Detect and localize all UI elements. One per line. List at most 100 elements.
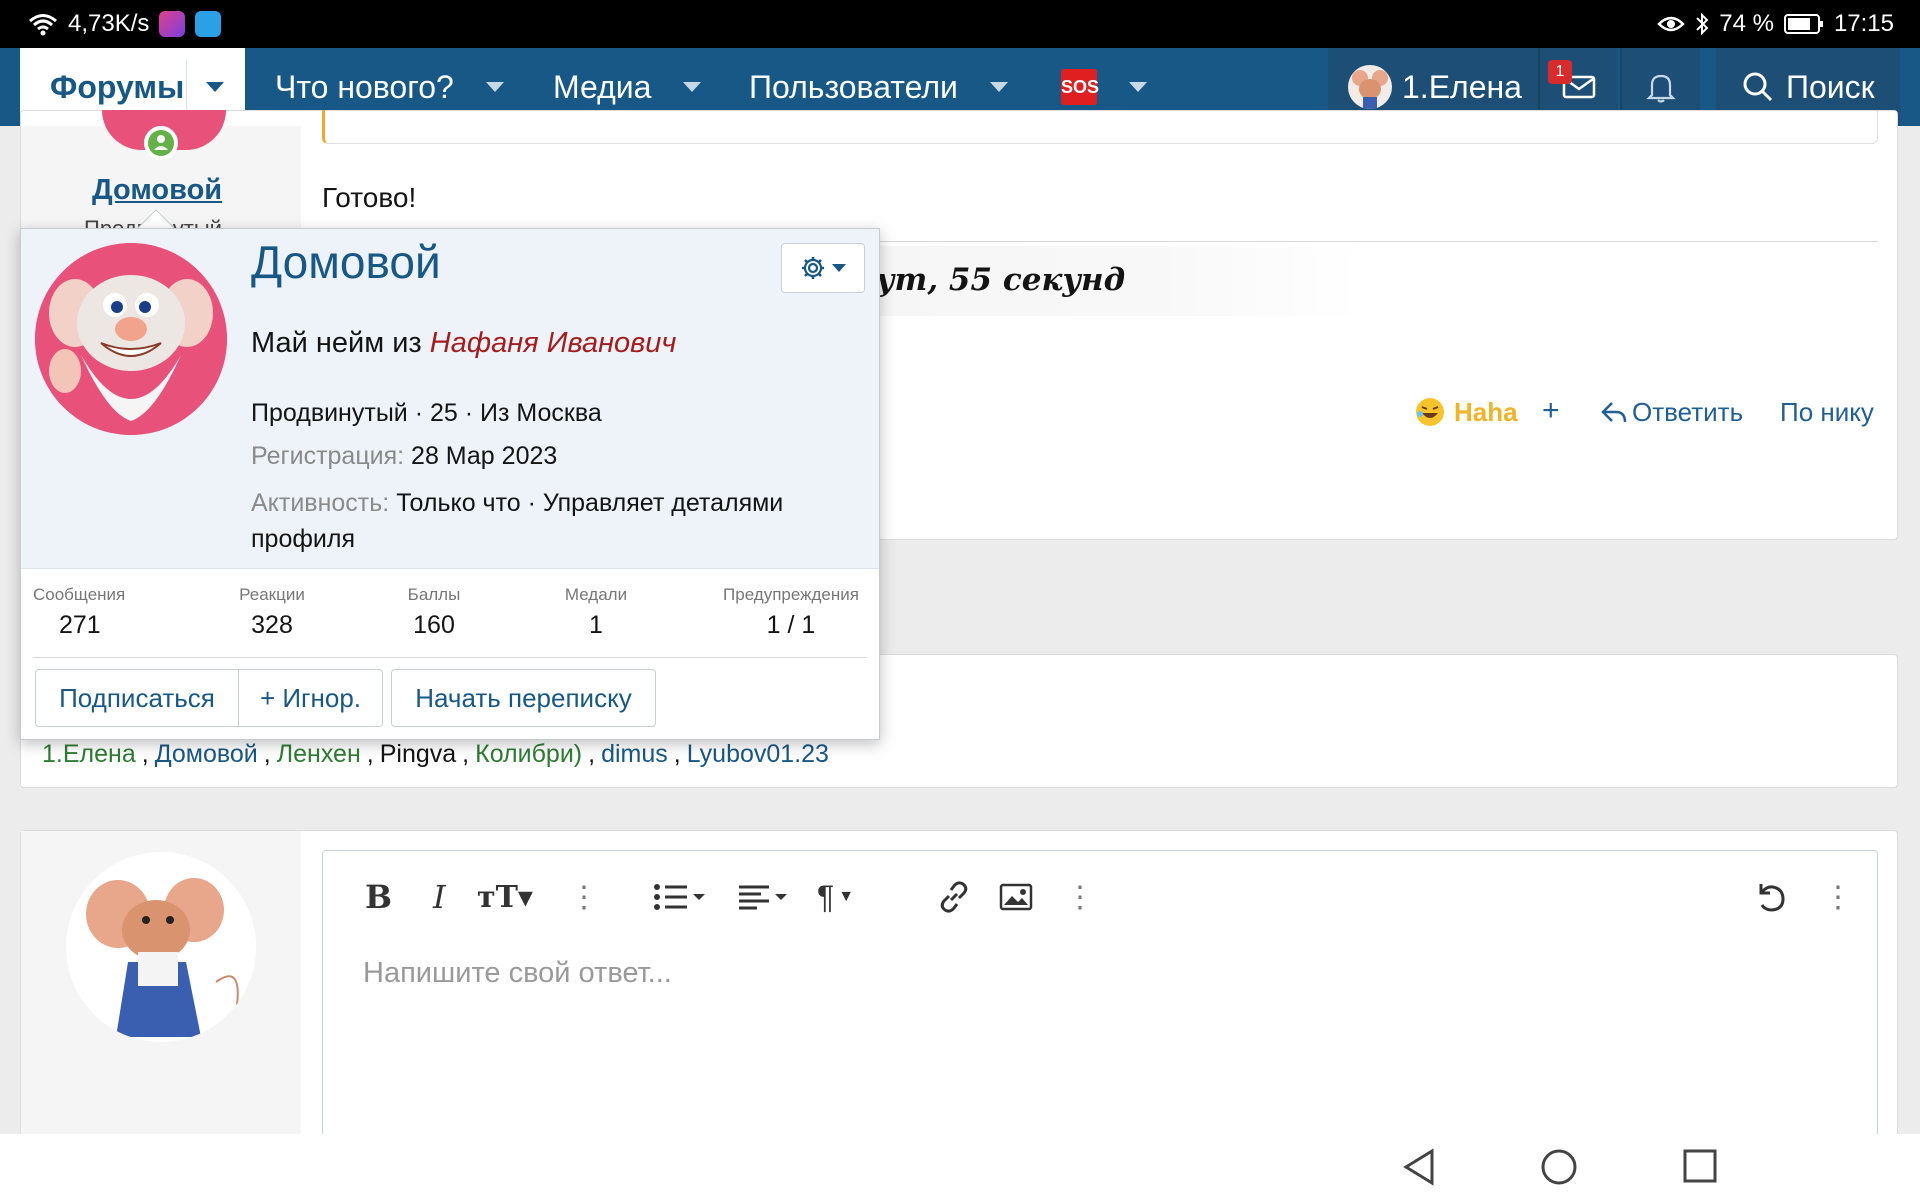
stat-value: 1 / 1 xyxy=(766,611,816,639)
search-icon xyxy=(1743,72,1773,102)
chevron-down-icon[interactable] xyxy=(206,82,224,92)
chevron-down-icon[interactable] xyxy=(485,82,504,92)
separator: , xyxy=(673,740,681,768)
member-name[interactable]: Домовой xyxy=(251,235,441,289)
clock: 17:15 xyxy=(1833,10,1894,37)
stat-value: 1 xyxy=(589,611,603,639)
battery-percent: 74 % xyxy=(1719,10,1774,37)
nav-whats-new-label: Что нового? xyxy=(275,68,454,105)
battery-icon xyxy=(1783,14,1823,34)
stat-warnings[interactable]: Предупреждения 1 / 1 xyxy=(711,585,871,640)
stat-medals[interactable]: Медали 1 xyxy=(541,585,651,640)
chevron-down-icon[interactable] xyxy=(683,82,702,92)
reply-label: Ответить xyxy=(1632,397,1744,427)
chevron-down-icon[interactable] xyxy=(989,82,1008,92)
member-intro: Май нейм из Нафаня Иванович xyxy=(251,327,676,360)
separator: , xyxy=(588,740,596,768)
stat-value: 328 xyxy=(251,611,293,639)
activity-value-line2: профиля xyxy=(251,525,356,553)
reaction-label: Haha xyxy=(1454,396,1518,427)
editor-toolbar: B I тT▾ ⋮ ¶ ▼ ⋮ ⋮ xyxy=(323,851,1877,943)
online-user-link[interactable]: dimus xyxy=(601,740,668,769)
align-icon[interactable] xyxy=(737,871,791,923)
eye-icon xyxy=(1657,16,1686,32)
add-reaction-button[interactable]: + xyxy=(1542,394,1560,428)
reply-icon xyxy=(1601,401,1627,422)
gear-icon xyxy=(802,257,824,279)
separator: , xyxy=(141,740,149,768)
stat-value: 271 xyxy=(59,611,101,639)
reply-button[interactable]: Ответить xyxy=(1600,397,1743,428)
unread-badge: 1 xyxy=(1548,60,1572,84)
stats-divider xyxy=(33,657,867,658)
reply-input[interactable]: Напишите свой ответ... xyxy=(363,957,672,990)
activity-label: Активность: xyxy=(251,489,390,517)
separator: , xyxy=(366,740,374,768)
reaction-haha[interactable]: Haha xyxy=(1414,396,1518,428)
online-user-link[interactable]: 1.Елена xyxy=(42,740,136,769)
home-icon[interactable] xyxy=(1540,1148,1578,1186)
italic-icon[interactable]: I xyxy=(433,871,446,923)
wifi-icon xyxy=(29,14,57,36)
reply-by-nick-button[interactable]: По нику xyxy=(1780,397,1874,428)
follow-button[interactable]: Подписаться xyxy=(35,669,239,727)
member-intro-name: Нафаня Иванович xyxy=(429,327,677,359)
ignore-button[interactable]: + Игнор. xyxy=(238,669,383,727)
post-text: Готово! xyxy=(322,182,417,213)
registration-value: 28 Мар 2023 xyxy=(411,442,558,470)
undo-icon[interactable] xyxy=(1753,871,1787,923)
back-icon[interactable] xyxy=(1402,1148,1436,1186)
member-options-button[interactable] xyxy=(781,243,865,293)
member-activity: Активность: Только что · Управляет детал… xyxy=(251,485,861,557)
nav-user-name: 1.Елена xyxy=(1402,68,1522,105)
stat-points[interactable]: Баллы 160 xyxy=(379,585,489,640)
current-user-avatar[interactable] xyxy=(66,852,256,1042)
chevron-down-icon xyxy=(832,264,846,272)
user-avatar xyxy=(1348,65,1392,109)
bold-icon[interactable]: B xyxy=(365,871,392,923)
online-users-list: 1.Елена, Домовой, Ленхен, Pingva, Колибр… xyxy=(42,740,829,769)
more-icon[interactable]: ⋮ xyxy=(1823,871,1853,923)
author-name-link[interactable]: Домовой xyxy=(92,174,222,207)
nav-search-label: Поиск xyxy=(1786,68,1875,105)
member-registration: Регистрация: 28 Мар 2023 xyxy=(251,442,557,471)
signature-text: ут, 55 секунд xyxy=(876,262,1126,298)
stat-messages[interactable]: Сообщения 271 xyxy=(33,585,153,640)
separator: , xyxy=(263,740,271,768)
online-indicator xyxy=(144,126,178,160)
status-bar: 4,73K/s 74 % 17:15 xyxy=(0,0,1920,48)
stat-label: Медали xyxy=(564,585,628,604)
online-user-link[interactable]: Колибри) xyxy=(475,740,582,769)
bluetooth-icon xyxy=(1696,12,1709,36)
chevron-down-icon[interactable] xyxy=(1129,82,1147,92)
stat-reactions[interactable]: Реакции 328 xyxy=(217,585,327,640)
sos-icon: SOS xyxy=(1061,69,1099,105)
paragraph-icon[interactable]: ¶ ▼ xyxy=(817,871,854,923)
nav-forums-label: Форумы xyxy=(50,68,185,105)
image-icon[interactable] xyxy=(999,871,1033,923)
list-icon[interactable] xyxy=(653,871,707,923)
online-user-link[interactable]: Домовой xyxy=(155,740,258,769)
bell-icon xyxy=(1646,74,1676,103)
member-avatar[interactable] xyxy=(35,243,227,435)
quote-block xyxy=(322,110,1878,144)
network-speed: 4,73K/s xyxy=(68,10,150,37)
online-user-link[interactable]: Lyubov01.23 xyxy=(687,740,829,769)
online-user-link[interactable]: Ленхен xyxy=(277,740,361,769)
online-user-link[interactable]: Pingva xyxy=(380,740,456,769)
link-icon[interactable] xyxy=(937,871,971,923)
text-size-icon[interactable]: тT▾ xyxy=(477,871,533,923)
start-conversation-button[interactable]: Начать переписку xyxy=(391,669,656,727)
registration-label: Регистрация: xyxy=(251,442,405,470)
member-intro-prefix: Май нейм из xyxy=(251,327,422,359)
stat-label: Баллы xyxy=(407,585,461,604)
puzzle-app-icon xyxy=(159,11,186,37)
recents-icon[interactable] xyxy=(1682,1148,1718,1184)
system-navigation-bar xyxy=(0,1134,1920,1200)
member-tooltip: Домовой Май нейм из Нафаня Иванович Прод… xyxy=(20,228,880,740)
laughing-emoji-icon xyxy=(1416,398,1444,426)
more-icon[interactable]: ⋮ xyxy=(1065,871,1095,923)
more-icon[interactable]: ⋮ xyxy=(569,871,599,923)
nav-media-label: Медиа xyxy=(553,68,652,105)
member-meta: Продвинутый · 25 · Из Москва xyxy=(251,399,602,427)
